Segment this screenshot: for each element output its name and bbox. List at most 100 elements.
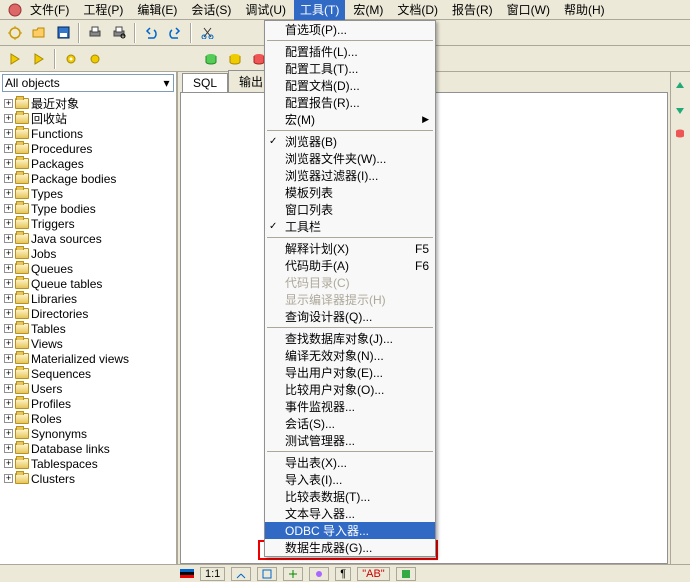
tree-item[interactable]: +Queue tables [2, 276, 174, 291]
menu-item[interactable]: ODBC 导入器... [265, 522, 435, 539]
expand-icon[interactable]: + [4, 474, 13, 483]
expand-icon[interactable]: + [4, 264, 13, 273]
tree-item[interactable]: +Profiles [2, 396, 174, 411]
tree-item[interactable]: +Views [2, 336, 174, 351]
print-preview-icon[interactable] [108, 22, 130, 44]
menu-item[interactable]: 文本导入器... [265, 505, 435, 522]
tree-item[interactable]: +Functions [2, 126, 174, 141]
menu-窗口[interactable]: 窗口(W) [501, 0, 556, 20]
expand-icon[interactable]: + [4, 384, 13, 393]
menu-调试[interactable]: 调试(U) [239, 0, 292, 20]
nav-up-icon[interactable] [674, 80, 688, 94]
menu-item[interactable]: ✓工具栏 [265, 218, 435, 235]
expand-icon[interactable]: + [4, 444, 13, 453]
gear-icon[interactable] [60, 48, 82, 70]
tree-item[interactable]: +Triggers [2, 216, 174, 231]
open-icon[interactable] [28, 22, 50, 44]
menu-item[interactable]: 比较用户对象(O)... [265, 381, 435, 398]
tree-item[interactable]: +Queues [2, 261, 174, 276]
expand-icon[interactable]: + [4, 204, 13, 213]
db-green-icon[interactable] [200, 48, 222, 70]
expand-icon[interactable]: + [4, 369, 13, 378]
chevron-down-icon[interactable]: ▾ [160, 76, 173, 90]
menu-报告[interactable]: 报告(R) [446, 0, 499, 20]
expand-icon[interactable]: + [4, 309, 13, 318]
menu-item[interactable]: 会话(S)... [265, 415, 435, 432]
tree-item[interactable]: +Materialized views [2, 351, 174, 366]
menu-编辑[interactable]: 编辑(E) [131, 0, 183, 20]
db-yellow-icon[interactable] [224, 48, 246, 70]
tree-item[interactable]: +Package bodies [2, 171, 174, 186]
expand-icon[interactable]: + [4, 354, 13, 363]
menu-item[interactable]: 浏览器文件夹(W)... [265, 150, 435, 167]
tree-item[interactable]: +Directories [2, 306, 174, 321]
tree-item[interactable]: +Sequences [2, 366, 174, 381]
expand-icon[interactable]: + [4, 144, 13, 153]
redo-icon[interactable] [164, 22, 186, 44]
expand-icon[interactable]: + [4, 114, 13, 123]
tree-item[interactable]: +Java sources [2, 231, 174, 246]
sb-item-1[interactable] [231, 567, 251, 581]
undo-icon[interactable] [140, 22, 162, 44]
expand-icon[interactable]: + [4, 399, 13, 408]
menu-item[interactable]: 窗口列表 [265, 201, 435, 218]
menu-item[interactable]: 配置文档(D)... [265, 77, 435, 94]
menu-item[interactable]: 事件监视器... [265, 398, 435, 415]
menu-item[interactable]: 代码助手(A)F6 [265, 257, 435, 274]
expand-icon[interactable]: + [4, 429, 13, 438]
menu-item[interactable]: 配置报告(R)... [265, 94, 435, 111]
menu-item[interactable]: 宏(M)▶ [265, 111, 435, 128]
cut-icon[interactable] [196, 22, 218, 44]
menu-文件[interactable]: 文件(F) [24, 0, 75, 20]
menu-item[interactable]: 解释计划(X)F5 [265, 240, 435, 257]
expand-icon[interactable]: + [4, 99, 13, 108]
db-small-icon[interactable] [674, 128, 688, 142]
sb-item-6[interactable]: "AB" [357, 567, 389, 581]
expand-icon[interactable]: + [4, 324, 13, 333]
sb-item-7[interactable] [396, 567, 416, 581]
menu-item[interactable]: 配置插件(L)... [265, 43, 435, 60]
tree-item[interactable]: +Type bodies [2, 201, 174, 216]
tree-item[interactable]: +Tablespaces [2, 456, 174, 471]
tree-item[interactable]: +Users [2, 381, 174, 396]
sb-item-4[interactable] [309, 567, 329, 581]
tab-SQL[interactable]: SQL [182, 73, 228, 92]
menu-文档[interactable]: 文档(D) [391, 0, 444, 20]
expand-icon[interactable]: + [4, 219, 13, 228]
tree-item[interactable]: +Synonyms [2, 426, 174, 441]
tree-item[interactable]: +Jobs [2, 246, 174, 261]
menu-item[interactable]: 查询设计器(Q)... [265, 308, 435, 325]
menu-item[interactable]: 数据生成器(G)... [265, 539, 435, 556]
tree-item[interactable]: +Procedures [2, 141, 174, 156]
menu-会话[interactable]: 会话(S) [185, 0, 237, 20]
expand-icon[interactable]: + [4, 414, 13, 423]
tree-item[interactable]: +Tables [2, 321, 174, 336]
menu-item[interactable]: 浏览器过滤器(I)... [265, 167, 435, 184]
menu-item[interactable]: 查找数据库对象(J)... [265, 330, 435, 347]
menu-item[interactable]: ✓浏览器(B) [265, 133, 435, 150]
tree-item[interactable]: +Database links [2, 441, 174, 456]
expand-icon[interactable]: + [4, 459, 13, 468]
menu-item[interactable]: 比较表数据(T)... [265, 488, 435, 505]
menu-item[interactable]: 导入表(I)... [265, 471, 435, 488]
expand-icon[interactable]: + [4, 339, 13, 348]
tree-item[interactable]: +Types [2, 186, 174, 201]
sb-item-2[interactable] [257, 567, 277, 581]
expand-icon[interactable]: + [4, 234, 13, 243]
tree-item[interactable]: +Roles [2, 411, 174, 426]
sb-item-5[interactable]: ¶ [335, 567, 351, 581]
menu-工具[interactable]: 工具(T) [294, 0, 345, 20]
menu-item[interactable]: 测试管理器... [265, 432, 435, 449]
tree-item[interactable]: +Libraries [2, 291, 174, 306]
object-tree[interactable]: +最近对象+回收站+Functions+Procedures+Packages+… [0, 94, 176, 564]
execute-icon[interactable] [4, 48, 26, 70]
expand-icon[interactable]: + [4, 279, 13, 288]
menu-工程[interactable]: 工程(P) [77, 0, 129, 20]
menu-item[interactable]: 编译无效对象(N)... [265, 347, 435, 364]
menu-item[interactable]: 首选项(P)... [265, 21, 435, 38]
menu-帮助[interactable]: 帮助(H) [558, 0, 611, 20]
expand-icon[interactable]: + [4, 189, 13, 198]
tree-item[interactable]: +回收站 [2, 111, 174, 126]
stop-icon[interactable] [28, 48, 50, 70]
tree-item[interactable]: +Clusters [2, 471, 174, 486]
